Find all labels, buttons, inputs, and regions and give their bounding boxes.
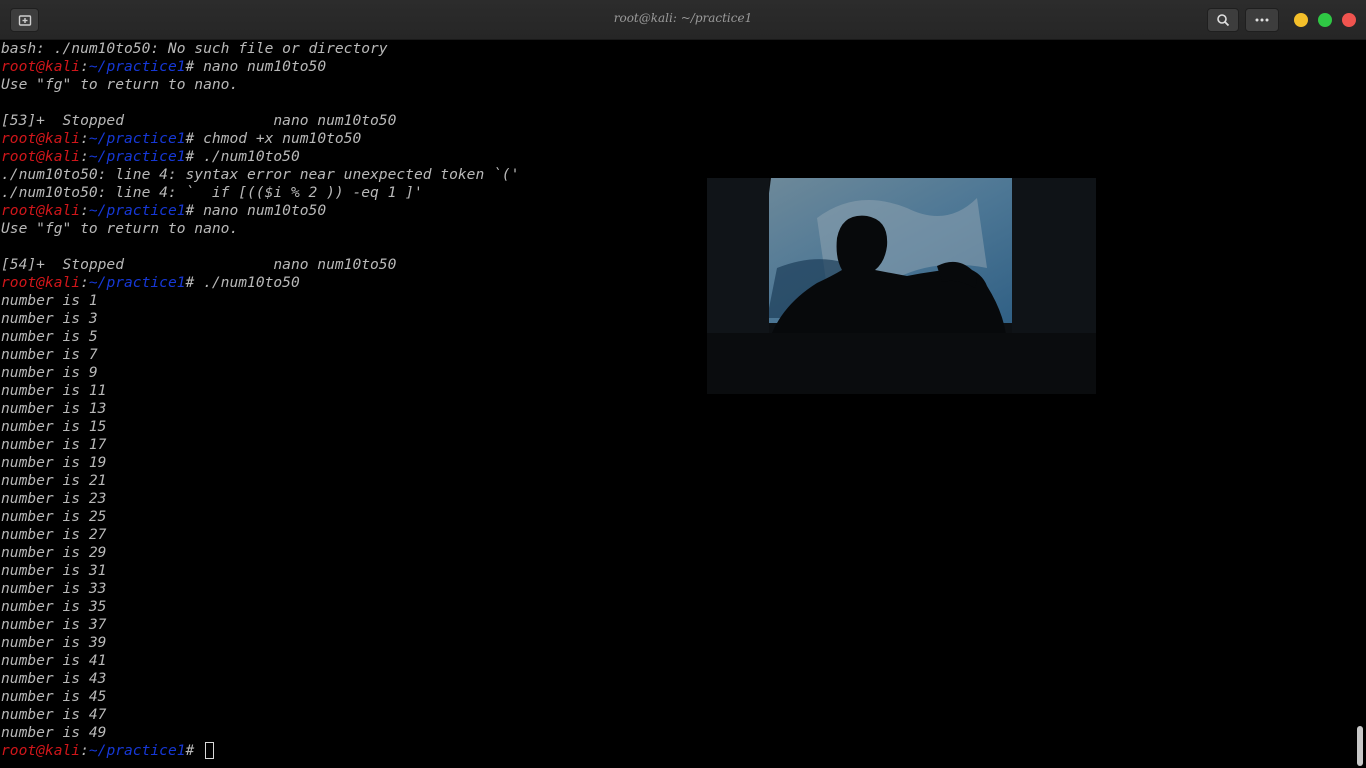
prompt-symbol: # [185, 148, 204, 165]
terminal-output-line: [54]+ Stopped nano num10to50 [1, 256, 397, 273]
prompt-user-host: root@kali [1, 148, 81, 165]
terminal-output-line: Use "fg" to return to nano. [1, 76, 239, 93]
more-icon [1255, 18, 1269, 22]
prompt-user-host: root@kali [1, 130, 81, 147]
terminal-prompt-line: root@kali:~/practice1# ./num10to50 [1, 148, 300, 166]
prompt-symbol: # [185, 58, 204, 75]
menu-button[interactable] [1245, 8, 1279, 32]
minimize-button[interactable] [1294, 13, 1308, 27]
terminal-output-line: number is 31 [1, 562, 107, 579]
search-icon [1217, 14, 1230, 27]
terminal-output-line: number is 5 [1, 328, 98, 345]
window-title: root@kali: ~/practice1 [613, 11, 753, 25]
prompt-user-host: root@kali [1, 274, 81, 291]
prompt-path: ~/practice1 [88, 274, 186, 291]
command-text: ./num10to50 [203, 148, 300, 165]
command-text: ./num10to50 [203, 274, 300, 291]
title-bar: root@kali: ~/practice1 [0, 0, 1366, 40]
prompt-user-host: root@kali [1, 58, 81, 75]
search-button[interactable] [1207, 8, 1239, 32]
terminal-prompt-line: root@kali:~/practice1# [1, 742, 215, 760]
terminal-output-line: bash: ./num10to50: No such file or direc… [1, 40, 388, 57]
terminal-output-line: number is 23 [1, 490, 107, 507]
terminal-output-line: number is 43 [1, 670, 107, 687]
command-text: nano num10to50 [203, 202, 327, 219]
terminal-output-line: number is 9 [1, 364, 98, 381]
terminal-output-line: number is 11 [1, 382, 107, 399]
terminal-output-line: ./num10to50: line 4: syntax error near u… [1, 166, 520, 183]
terminal-output-line: number is 33 [1, 580, 107, 597]
terminal-output-line: number is 39 [1, 634, 107, 651]
terminal-output-line: number is 45 [1, 688, 107, 705]
terminal-output-line: number is 15 [1, 418, 107, 435]
terminal-output-line: [53]+ Stopped nano num10to50 [1, 112, 397, 129]
prompt-colon: : [80, 148, 89, 165]
prompt-path: ~/practice1 [88, 742, 186, 759]
maximize-button[interactable] [1318, 13, 1332, 27]
terminal-output-line: number is 25 [1, 508, 107, 525]
video-frame-image [707, 178, 1096, 394]
terminal-prompt-line: root@kali:~/practice1# chmod +x num10to5… [1, 130, 361, 148]
prompt-symbol: # [185, 130, 204, 147]
terminal-output-line: number is 27 [1, 526, 107, 543]
prompt-path: ~/practice1 [88, 202, 186, 219]
prompt-user-host: root@kali [1, 202, 81, 219]
prompt-symbol: # [185, 742, 204, 759]
terminal-cursor[interactable] [205, 742, 215, 759]
terminal-output-line: number is 29 [1, 544, 107, 561]
terminal-output-line: number is 41 [1, 652, 107, 669]
terminal-output-line: number is 1 [1, 292, 98, 309]
prompt-symbol: # [185, 202, 204, 219]
prompt-colon: : [80, 274, 89, 291]
terminal-output-line: number is 47 [1, 706, 107, 723]
prompt-colon: : [80, 130, 89, 147]
terminal-output-line: number is 49 [1, 724, 107, 741]
terminal-scrollbar[interactable] [1354, 40, 1366, 768]
command-text: nano num10to50 [203, 58, 327, 75]
terminal-output[interactable]: bash: ./num10to50: No such file or direc… [0, 40, 1354, 768]
close-button[interactable] [1342, 13, 1356, 27]
terminal-output-line: number is 21 [1, 472, 107, 489]
prompt-colon: : [80, 742, 89, 759]
terminal-output-line: ./num10to50: line 4: ` if [(($i % 2 )) -… [1, 184, 423, 201]
scrollbar-thumb[interactable] [1357, 726, 1363, 766]
terminal-output-line: number is 7 [1, 346, 98, 363]
terminal-prompt-line: root@kali:~/practice1# nano num10to50 [1, 58, 326, 76]
terminal-prompt-line: root@kali:~/practice1# ./num10to50 [1, 274, 300, 292]
terminal-output-line: number is 37 [1, 616, 107, 633]
prompt-colon: : [80, 58, 89, 75]
prompt-colon: : [80, 202, 89, 219]
terminal-output-line: number is 13 [1, 400, 107, 417]
terminal-output-line: number is 35 [1, 598, 107, 615]
terminal-output-line: number is 3 [1, 310, 98, 327]
command-text: chmod +x num10to50 [203, 130, 362, 147]
terminal-output-line: Use "fg" to return to nano. [1, 220, 239, 237]
prompt-path: ~/practice1 [88, 130, 186, 147]
prompt-path: ~/practice1 [88, 148, 186, 165]
prompt-path: ~/practice1 [88, 58, 186, 75]
video-overlay [707, 178, 1096, 394]
terminal-output-line: number is 17 [1, 436, 107, 453]
terminal-prompt-line: root@kali:~/practice1# nano num10to50 [1, 202, 326, 220]
prompt-symbol: # [185, 274, 204, 291]
prompt-user-host: root@kali [1, 742, 81, 759]
terminal-output-line: number is 19 [1, 454, 107, 471]
